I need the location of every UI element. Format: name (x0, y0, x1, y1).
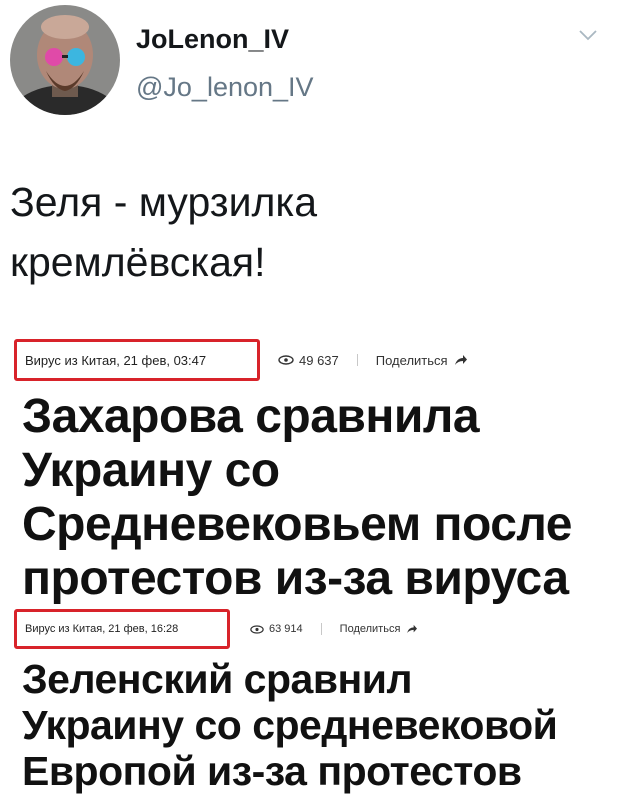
article-meta: Вирус из Китая, 21 фев, 16:28 63 914 Под… (14, 609, 418, 649)
share-arrow-icon (454, 355, 467, 365)
view-count-value: 49 637 (299, 352, 339, 368)
headline-line: Средневековьем после (22, 498, 572, 551)
article-date: Вирус из Китая, 21 фев, 16:28 (14, 609, 230, 649)
display-name[interactable]: JoLenon_IV (136, 24, 289, 55)
article-date: Вирус из Китая, 21 фев, 03:47 (14, 339, 260, 381)
share-label: Поделиться (339, 623, 401, 635)
divider (320, 623, 322, 635)
tweet-text-line: Зеля - мурзилка (10, 179, 318, 225)
tweet-text: Зеля - мурзилка кремлёвская! (10, 172, 317, 292)
view-count-value: 63 914 (269, 623, 303, 635)
headline-line: Украину со (22, 444, 280, 497)
share-button[interactable]: Поделиться (376, 353, 468, 368)
view-count: 49 637 (278, 353, 339, 368)
divider (356, 354, 358, 366)
chevron-down-icon[interactable] (578, 28, 598, 42)
eye-icon (278, 355, 294, 365)
headline-line: Захарова сравнила (22, 390, 480, 443)
headline-line: Европой из-за протестов (22, 748, 522, 794)
share-button[interactable]: Поделиться (340, 623, 419, 635)
headline-line: Зеленский сравнил (22, 656, 413, 702)
share-label: Поделиться (375, 352, 448, 368)
article-headline[interactable]: Захарова сравнила Украину со Средневеков… (22, 390, 572, 606)
tweet-text-line: кремлёвская! (10, 239, 266, 285)
view-count: 63 914 (250, 623, 303, 635)
article-headline[interactable]: Зеленский сравнил Украину со средневеков… (22, 656, 558, 794)
share-arrow-icon (407, 624, 418, 634)
article-meta: Вирус из Китая, 21 фев, 03:47 49 637 Под… (14, 339, 468, 381)
user-handle[interactable]: @Jo_lenon_IV (136, 72, 314, 103)
avatar[interactable] (10, 5, 120, 115)
headline-line: протестов из-за вируса (22, 552, 569, 605)
headline-line: Украину со средневековой (22, 702, 558, 748)
eye-icon (250, 624, 264, 634)
